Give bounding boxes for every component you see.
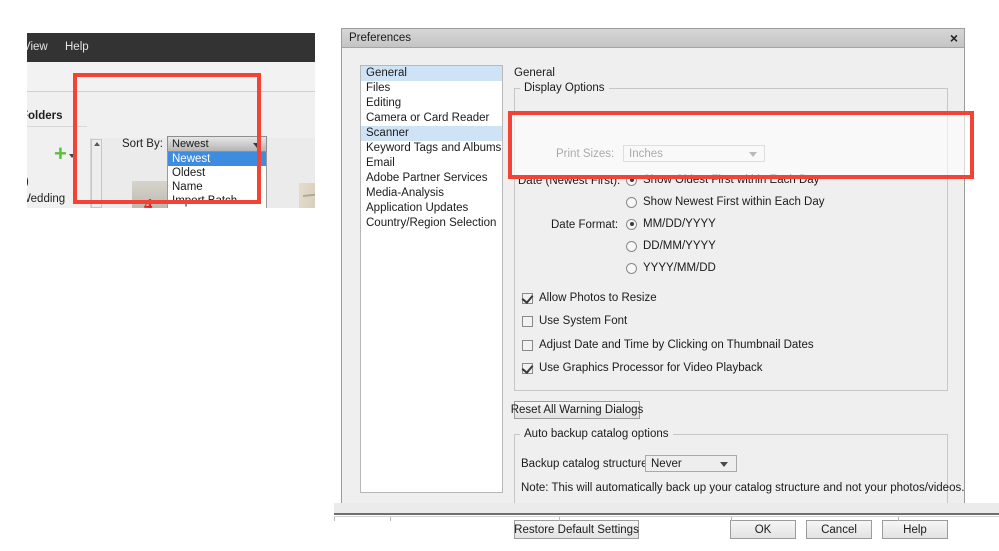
sidebar-item-country-region-selection[interactable]: Country/Region Selection [361, 216, 502, 231]
checkbox-adjust-date-and-time[interactable]: Adjust Date and Time by Clicking on Thum… [522, 339, 814, 351]
auto-backup-legend: Auto backup catalog options [520, 428, 673, 440]
close-icon[interactable]: × [950, 30, 958, 46]
tool-strip [27, 62, 315, 92]
sidebar-item-email[interactable]: Email [361, 156, 502, 171]
print-sizes-value: Inches [629, 148, 663, 160]
preferences-dialog: Preferences × General Files Editing Came… [341, 28, 965, 539]
date-newest-first-label: Date (Newest First): [518, 175, 621, 187]
chevron-down-icon[interactable] [69, 154, 75, 158]
divider [898, 517, 899, 521]
radio-label: Show Oldest First within Each Day [643, 174, 820, 186]
grid-scrollbar[interactable] [91, 139, 102, 208]
radio-label: Show Newest First within Each Day [643, 196, 825, 208]
radio-date-format-yyyymmdd[interactable]: YYYY/MM/DD [626, 262, 716, 274]
radio-icon [626, 174, 637, 186]
sidebar-divider [27, 126, 87, 127]
radio-icon [626, 218, 637, 230]
sidebar-item-general[interactable]: General [361, 66, 502, 81]
checkbox-label: Use System Font [539, 315, 628, 327]
sort-option-newest[interactable]: Newest [168, 152, 266, 166]
organizer-panel: View Help Folders + ) Wedding 4 Sort By:… [27, 33, 315, 208]
checkbox-label: Use Graphics Processor for Video Playbac… [539, 362, 763, 374]
menu-item-view[interactable]: View [27, 41, 48, 53]
checkbox-label: Allow Photos to Resize [539, 292, 657, 304]
checkbox-icon [522, 339, 533, 351]
sidebar-item-media-analysis[interactable]: Media-Analysis [361, 186, 502, 201]
photo-thumbnail[interactable] [299, 183, 315, 208]
sort-option-name[interactable]: Name [168, 180, 266, 194]
checkbox-label: Adjust Date and Time by Clicking on Thum… [539, 339, 814, 351]
radio-icon [626, 240, 637, 252]
scroll-up-icon[interactable] [94, 142, 100, 146]
restore-default-settings-button[interactable]: Restore Default Settings [514, 520, 639, 539]
backup-catalog-structure-value: Never [651, 458, 682, 470]
sort-option-oldest[interactable]: Oldest [168, 166, 266, 180]
menu-item-help[interactable]: Help [65, 41, 89, 53]
chevron-down-icon [749, 152, 757, 157]
sort-by-option-list[interactable]: Newest Oldest Name Import Batch [167, 152, 267, 208]
divider [559, 517, 560, 521]
sort-option-import-batch[interactable]: Import Batch [168, 194, 266, 208]
backup-note: Note: This will automatically back up yo… [521, 482, 965, 494]
radio-label: DD/MM/YYYY [643, 240, 716, 252]
plus-icon[interactable]: + [54, 143, 67, 165]
print-sizes-dropdown[interactable]: Inches [623, 145, 765, 162]
sort-by-label: Sort By: [122, 138, 163, 150]
date-format-label: Date Format: [551, 219, 619, 231]
status-strip [334, 503, 999, 515]
radio-show-newest-first[interactable]: Show Newest First within Each Day [626, 196, 825, 208]
display-options-legend: Display Options [520, 82, 609, 94]
sidebar-item-editing[interactable]: Editing [361, 96, 502, 111]
chevron-down-icon [720, 462, 728, 467]
radio-date-format-mmddyyyy[interactable]: MM/DD/YYYY [626, 218, 716, 230]
chevron-down-icon [253, 143, 261, 148]
taskbar-strip [334, 516, 999, 521]
radio-show-oldest-first[interactable]: Show Oldest First within Each Day [626, 174, 819, 186]
ok-button[interactable]: OK [730, 520, 796, 539]
radio-icon [626, 196, 637, 208]
folder-tree-item[interactable]: Wedding [27, 193, 65, 205]
checkbox-icon [522, 292, 533, 304]
step-marker: 4 [144, 195, 153, 208]
help-button[interactable]: Help [882, 520, 948, 539]
radio-label: YYYY/MM/DD [643, 262, 716, 274]
dialog-title: Preferences [349, 32, 412, 44]
checkbox-icon [522, 315, 533, 327]
sidebar-item-scanner[interactable]: Scanner [361, 126, 502, 141]
checkbox-use-system-font[interactable]: Use System Font [522, 315, 627, 327]
preferences-category-list[interactable]: General Files Editing Camera or Card Rea… [360, 65, 503, 493]
backup-catalog-structure-label: Backup catalog structure [521, 458, 648, 470]
sort-by-dropdown[interactable]: Newest [167, 136, 267, 152]
sidebar-item-application-updates[interactable]: Application Updates [361, 201, 502, 216]
sidebar-item-adobe-partner-services[interactable]: Adobe Partner Services [361, 171, 502, 186]
sort-by-value: Newest [172, 138, 209, 150]
sidebar-item-camera-or-card-reader[interactable]: Camera or Card Reader [361, 111, 502, 126]
checkbox-allow-photos-to-resize[interactable]: Allow Photos to Resize [522, 292, 657, 304]
radio-label: MM/DD/YYYY [643, 218, 716, 230]
folder-tree-item[interactable]: ) [27, 176, 29, 188]
divider [390, 517, 391, 521]
dialog-title-bar: Preferences × [342, 29, 964, 48]
divider [334, 517, 335, 521]
divider [731, 517, 732, 521]
print-sizes-label: Print Sizes: [556, 148, 615, 160]
backup-catalog-structure-dropdown[interactable]: Never [645, 455, 737, 472]
checkbox-use-graphics-processor[interactable]: Use Graphics Processor for Video Playbac… [522, 362, 763, 374]
dialog-body: General Files Editing Camera or Card Rea… [342, 49, 965, 539]
reset-all-warning-dialogs-button[interactable]: Reset All Warning Dialogs [511, 401, 643, 419]
sidebar-item-keyword-tags-and-albums[interactable]: Keyword Tags and Albums [361, 141, 502, 156]
menu-bar: View Help [27, 33, 315, 62]
sidebar-item-files[interactable]: Files [361, 81, 502, 96]
panel-title: General [514, 67, 555, 79]
folders-header: Folders [27, 110, 63, 122]
radio-date-format-ddmmyyyy[interactable]: DD/MM/YYYY [626, 240, 716, 252]
radio-icon [626, 262, 637, 274]
cancel-button[interactable]: Cancel [806, 520, 872, 539]
checkbox-icon [522, 362, 533, 374]
